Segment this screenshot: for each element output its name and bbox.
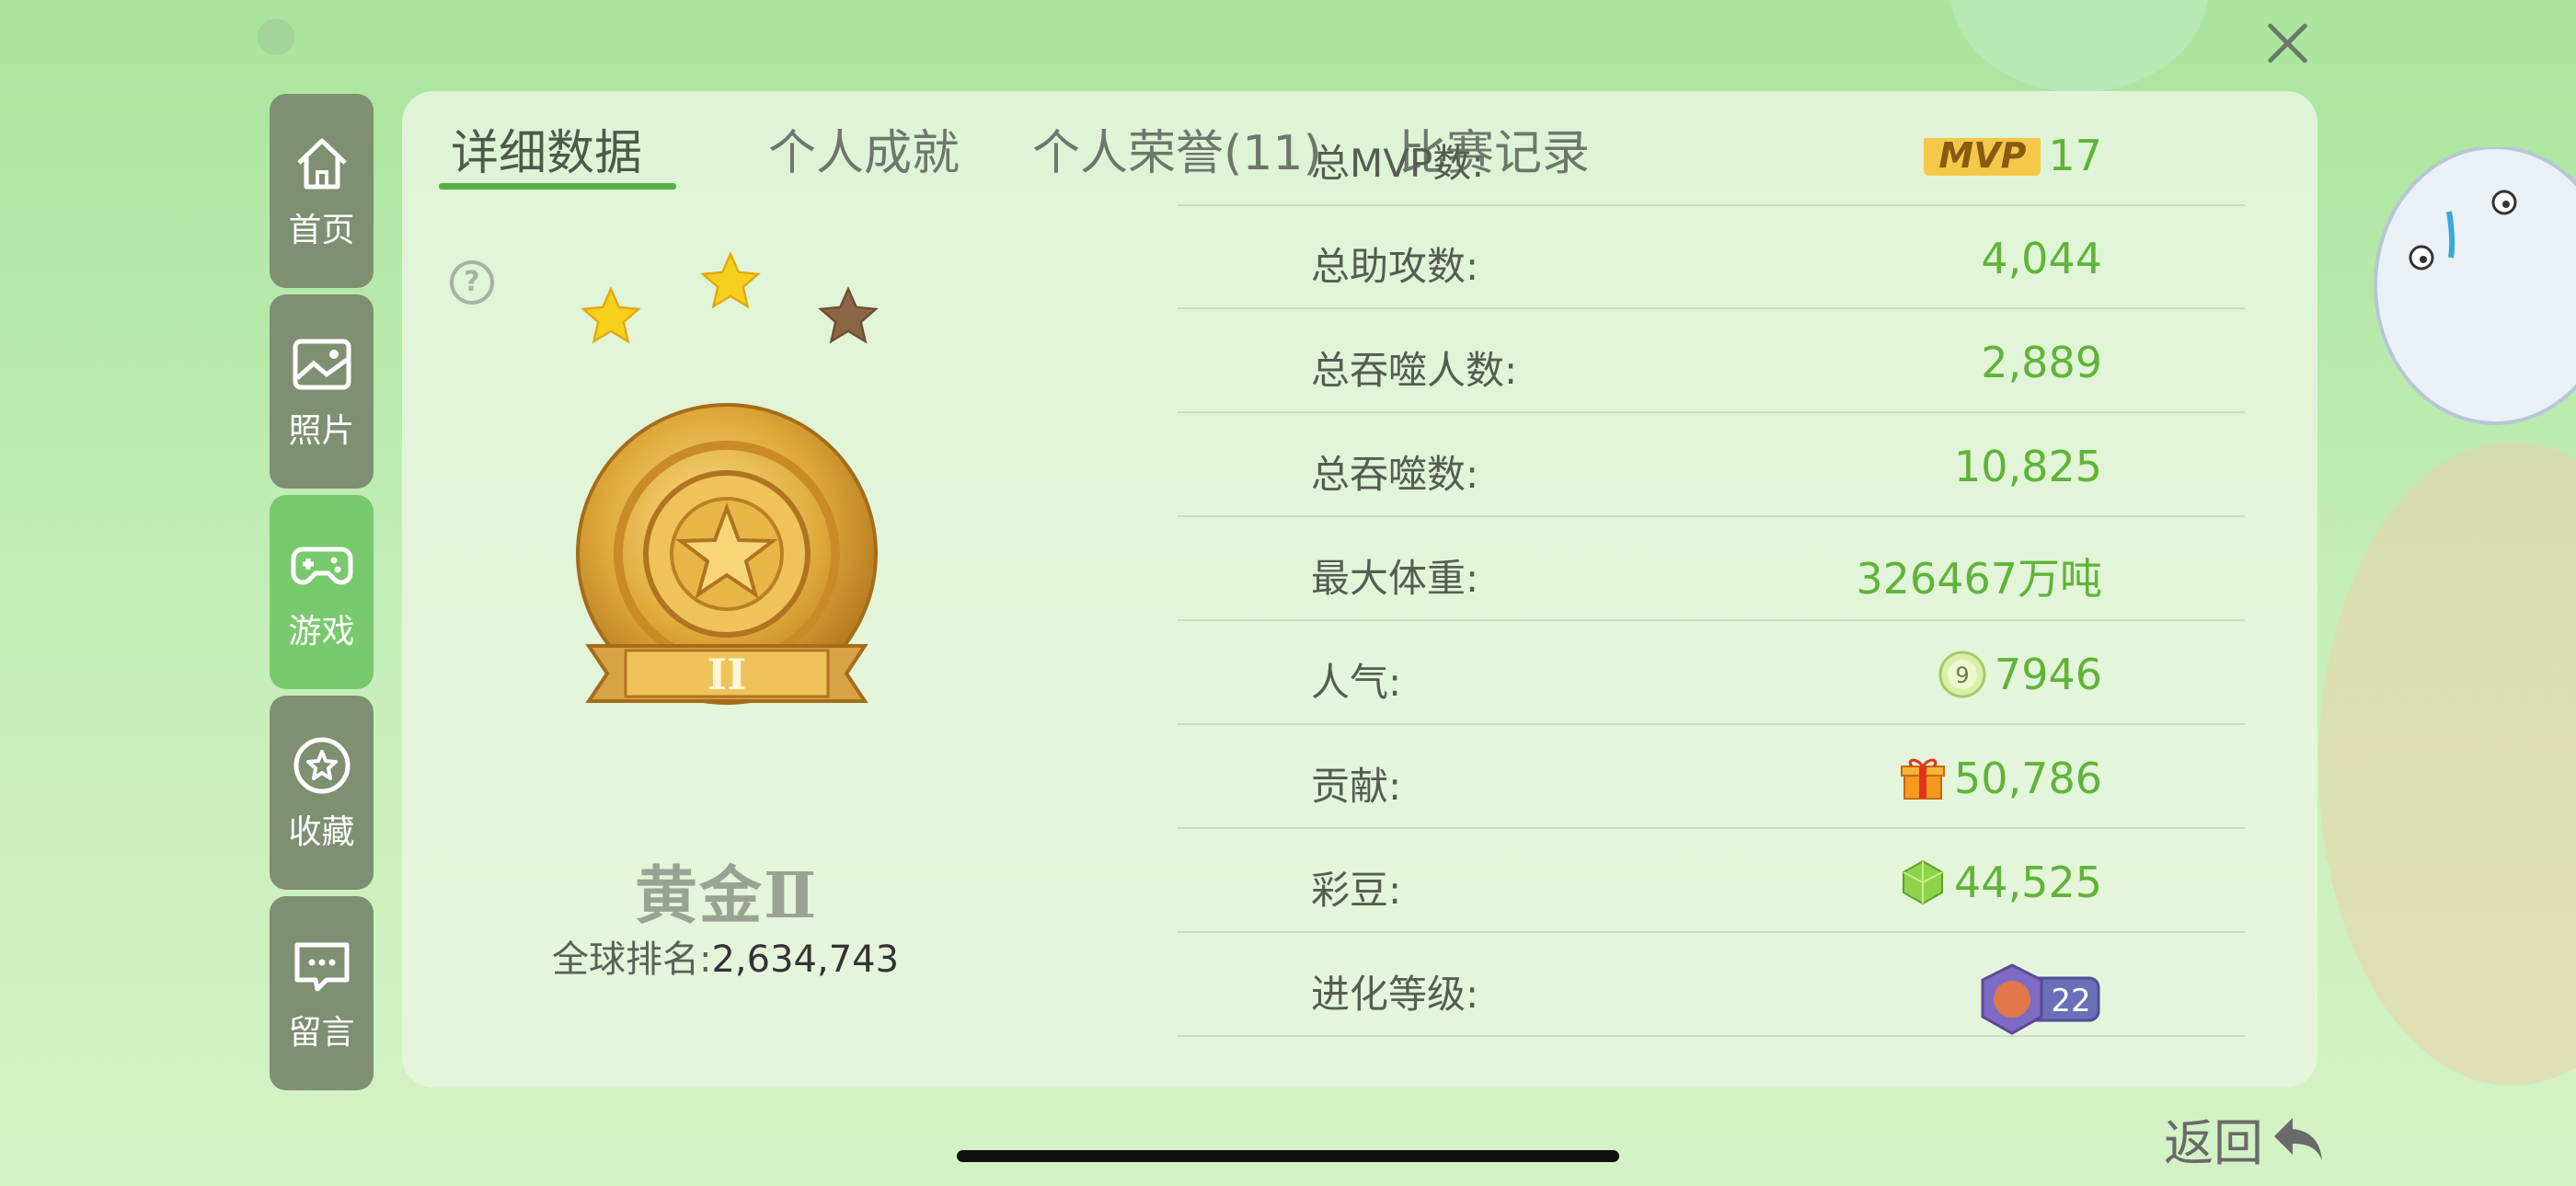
background-blob [258,18,294,55]
back-button-label: 返回 [2164,1114,2263,1172]
background-blob [1950,0,2208,92]
stat-label: 最大体重: [1311,556,1479,601]
help-icon[interactable]: ? [450,260,494,305]
stat-value: 326467万吨 [1856,554,2102,604]
stat-label: 总助攻数: [1311,244,1479,289]
bean-gem-icon [1903,859,1944,905]
sidebar-item-label: 留言 [288,1013,355,1052]
photo-icon [293,339,351,389]
stats-list[interactable]: 总MVP数: MVP 17 总助攻数: 4,044 总吞噬人数: 2,889 总… [1178,138,2245,1077]
stat-row-players-eaten: 总吞噬人数: 2,889 [1178,308,2245,413]
stat-row-popularity: 人气: 9 7946 [1178,620,2245,725]
stat-row-beans: 彩豆: 44,525 [1178,828,2245,933]
message-icon [294,942,349,991]
rank-title: 黄金Ⅱ [635,859,819,933]
stat-value: 10,825 [1954,442,2102,491]
back-arrow-icon [2274,1117,2322,1160]
tab-active-indicator [439,183,676,190]
sidebar-item-label: 游戏 [288,612,355,651]
stat-value: 50,786 [1899,754,2102,803]
stat-value: 22 [1975,961,2102,1037]
mascot-character-icon [2374,147,2576,425]
sidebar-item-games[interactable]: 游戏 [270,495,374,689]
stat-label: 总吞噬人数: [1311,348,1518,393]
stat-value-text: 50,786 [1954,754,2102,803]
stat-value: 4,044 [1981,234,2102,283]
global-rank-label: 全球排名: [552,938,712,981]
sidebar-item-label: 照片 [288,411,355,450]
popularity-icon: 9 [1938,651,1986,698]
sidebar-item-home[interactable]: 首页 [270,94,374,288]
stat-value: 2,889 [1981,338,2102,387]
star-icon [293,737,350,793]
back-button[interactable]: 返回 [2164,1102,2328,1175]
stat-value-text: 44,525 [1954,858,2102,907]
sidebar-item-favorites[interactable]: 收藏 [270,696,374,890]
medal-ribbon-text: II [707,650,746,699]
gold-rank-medal-icon: II [576,403,878,705]
stat-row-max-weight: 最大体重: 326467万吨 [1178,516,2245,621]
stat-row-evolution-level: 进化等级: 22 [1178,932,2245,1037]
background-blob [2318,442,2576,1086]
popularity-level-text: 9 [1955,662,1969,688]
stat-label: 总MVP数: [1311,141,1485,186]
stat-row-total-eaten: 总吞噬数: 10,825 [1178,412,2245,517]
mvp-badge: MVP [1924,138,2041,176]
stat-value-text: 17 [2048,138,2102,180]
sidebar-item-label: 收藏 [288,812,355,851]
home-icon [296,138,347,189]
evolution-level-badge: 22 [1981,963,2100,1035]
stat-label: 彩豆: [1311,868,1402,913]
gamepad-icon [291,547,352,584]
global-rank-value: 2,634,743 [711,938,900,981]
tab-detailed-data[interactable]: 详细数据 [451,114,642,183]
stat-label: 进化等级: [1311,972,1479,1017]
stat-label: 人气: [1311,660,1402,705]
evolution-level-number: 22 [2051,983,2090,1019]
stat-label: 总吞噬数: [1311,452,1479,497]
stat-row-mvp: 总MVP数: MVP 17 [1178,138,2245,206]
tab-achievements[interactable]: 个人成就 [768,114,960,183]
rank-star-empty [818,286,879,344]
rank-star-filled [581,286,641,344]
stat-value: MVP 17 [1924,138,2102,180]
rank-star-filled [700,251,761,309]
sidebar-item-photos[interactable]: 照片 [270,294,374,489]
stat-row-contribution: 贡献: 50,786 [1178,724,2245,829]
close-button[interactable] [2265,20,2311,66]
stat-label: 贡献: [1311,764,1402,809]
global-rank: 全球排名:2,634,743 [552,929,899,983]
stat-value-text: 7946 [1994,650,2102,699]
stat-value: 44,525 [1899,858,2102,907]
stat-value: 9 7946 [1938,650,2102,699]
sidebar-item-label: 首页 [288,211,355,249]
stat-row-assists: 总助攻数: 4,044 [1178,204,2245,309]
gift-icon [1901,758,1946,800]
home-indicator[interactable] [957,1150,1619,1162]
sidebar-item-messages[interactable]: 留言 [270,896,374,1090]
